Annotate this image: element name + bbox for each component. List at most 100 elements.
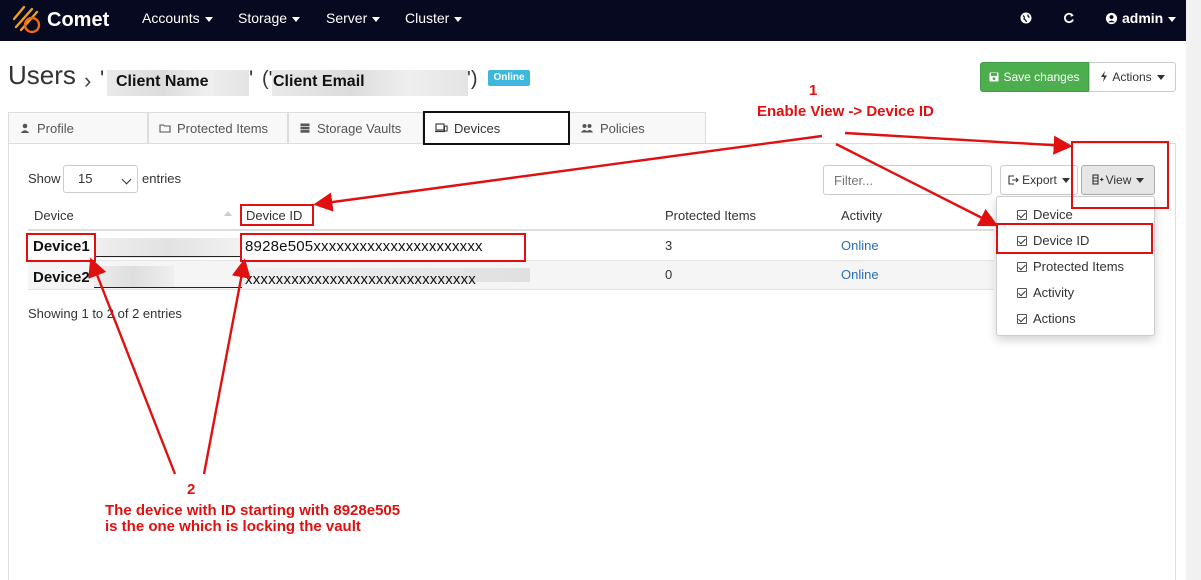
page-scrollbar[interactable]	[1186, 0, 1201, 580]
actions-dropdown-button[interactable]: Actions	[1089, 62, 1176, 92]
device1-activity[interactable]: Online	[841, 238, 879, 253]
view-menu-item-protected-items[interactable]: Protected Items	[1017, 259, 1124, 274]
top-navbar: Comet Accounts Storage Server Cluster ad…	[0, 0, 1186, 41]
status-badge: Online	[488, 70, 530, 86]
device2-name-underline	[94, 287, 242, 288]
user-circle-icon	[1105, 12, 1118, 25]
nav-accounts-label: Accounts	[142, 10, 200, 26]
annotation-step1-text: Enable View -> Device ID	[757, 103, 934, 120]
annotation-step2-line1: The device with ID starting with 8928e50…	[105, 502, 401, 519]
actions-label: Actions	[1112, 70, 1152, 84]
export-button[interactable]: Export	[1000, 165, 1078, 195]
tab-storage-vaults[interactable]: Storage Vaults	[288, 112, 423, 144]
save-icon	[989, 72, 999, 82]
checkbox-checked-icon	[1017, 262, 1027, 272]
checkbox-checked-icon	[1017, 288, 1027, 298]
export-icon	[1008, 175, 1019, 185]
page-size-select[interactable]: 15	[63, 165, 138, 193]
caret-down-icon	[372, 16, 381, 22]
caret-down-icon	[1168, 16, 1177, 22]
tab-protected-items-label: Protected Items	[177, 121, 269, 136]
annotation-box-device1-id	[240, 233, 526, 262]
tab-profile[interactable]: Profile	[8, 112, 148, 144]
paren-close: ')	[467, 68, 478, 90]
table-info: Showing 1 to 2 of 2 entries	[28, 306, 182, 321]
annotation-box-devices-tab	[423, 111, 570, 145]
user-menu[interactable]: admin	[1105, 0, 1177, 41]
database-icon	[300, 123, 310, 133]
sort-asc-icon[interactable]	[224, 211, 232, 216]
nav-accounts-menu[interactable]: Accounts	[142, 0, 213, 41]
brand[interactable]: Comet	[10, 3, 109, 37]
caret-down-icon	[292, 16, 301, 22]
annotation-box-device-id-header	[240, 204, 314, 226]
view-menu-item-actions[interactable]: Actions	[1017, 311, 1076, 326]
user-tabs: Profile Protected Items Storage Vaults D…	[8, 112, 708, 144]
quote-mark: '	[249, 66, 254, 91]
view-columns-menu: Device Device ID Protected Items Activit…	[996, 196, 1155, 336]
bolt-icon	[1101, 71, 1108, 82]
caret-down-icon	[204, 16, 213, 22]
device2-name: Device2	[33, 269, 90, 286]
tab-protected-items[interactable]: Protected Items	[148, 112, 288, 144]
breadcrumb-chevron-icon: ›	[84, 68, 92, 93]
page-title: Users	[8, 60, 76, 90]
comet-logo-icon	[12, 5, 41, 34]
export-label: Export	[1022, 173, 1057, 187]
tab-profile-label: Profile	[37, 121, 74, 136]
refresh-icon[interactable]	[1062, 11, 1076, 25]
view-menu-item-device[interactable]: Device	[1017, 207, 1073, 222]
device2-name-blur	[94, 266, 174, 288]
quote-mark: '	[100, 66, 105, 91]
view-menu-label: Protected Items	[1033, 259, 1125, 274]
page-size-value: 15	[78, 171, 93, 186]
device2-id: xxxxxxxxxxxxxxxxxxxxxxxxxxxxxx	[245, 271, 476, 288]
nav-storage-menu[interactable]: Storage	[238, 0, 301, 41]
nav-server-menu[interactable]: Server	[326, 0, 381, 41]
user-icon	[20, 123, 30, 133]
view-menu-label: Device	[1033, 207, 1073, 222]
globe-icon[interactable]	[1019, 11, 1033, 25]
annotation-step1-number: 1	[809, 82, 818, 99]
annotation-box-device-id-option	[996, 223, 1153, 254]
nav-storage-label: Storage	[238, 10, 288, 26]
nav-cluster-menu[interactable]: Cluster	[405, 0, 463, 41]
view-menu-label: Activity	[1033, 285, 1075, 300]
tab-policies-label: Policies	[600, 121, 645, 136]
row-divider	[28, 289, 994, 290]
device1-name-blur	[94, 238, 242, 258]
filter-input[interactable]	[823, 165, 992, 195]
caret-down-icon	[454, 16, 463, 22]
chevron-down-icon	[121, 174, 132, 185]
checkbox-checked-icon	[1017, 210, 1027, 220]
annotation-step2-line2: is the one which is locking the vault	[105, 518, 361, 535]
folder-icon	[159, 124, 171, 133]
device1-name-underline	[94, 256, 242, 257]
device2-protected-items: 0	[665, 267, 673, 282]
view-menu-item-activity[interactable]: Activity	[1017, 285, 1074, 300]
tab-storage-vaults-label: Storage Vaults	[317, 121, 402, 136]
tab-policies[interactable]: Policies	[569, 112, 706, 144]
show-label: Show	[28, 171, 61, 186]
save-changes-button[interactable]: Save changes	[980, 62, 1089, 92]
client-email: Client Email	[273, 73, 365, 90]
user-menu-label: admin	[1122, 10, 1164, 26]
paren-open: ('	[262, 68, 273, 90]
annotation-box-device1	[26, 233, 96, 262]
view-menu-label: Actions	[1033, 311, 1076, 326]
nav-cluster-label: Cluster	[405, 10, 450, 26]
caret-down-icon	[1156, 75, 1165, 81]
checkbox-checked-icon	[1017, 314, 1027, 324]
device1-protected-items: 3	[665, 238, 673, 253]
entries-label: entries	[142, 171, 182, 186]
caret-down-icon	[1061, 178, 1070, 184]
brand-name: Comet	[47, 8, 110, 31]
column-header-device[interactable]: Device	[34, 208, 74, 223]
client-name: Client Name	[116, 73, 209, 90]
annotation-box-view-button	[1071, 141, 1169, 209]
users-icon	[580, 124, 594, 133]
nav-server-label: Server	[326, 10, 368, 26]
column-header-activity[interactable]: Activity	[841, 208, 882, 223]
device2-activity[interactable]: Online	[841, 267, 879, 282]
column-header-protected-items[interactable]: Protected Items	[665, 208, 756, 223]
